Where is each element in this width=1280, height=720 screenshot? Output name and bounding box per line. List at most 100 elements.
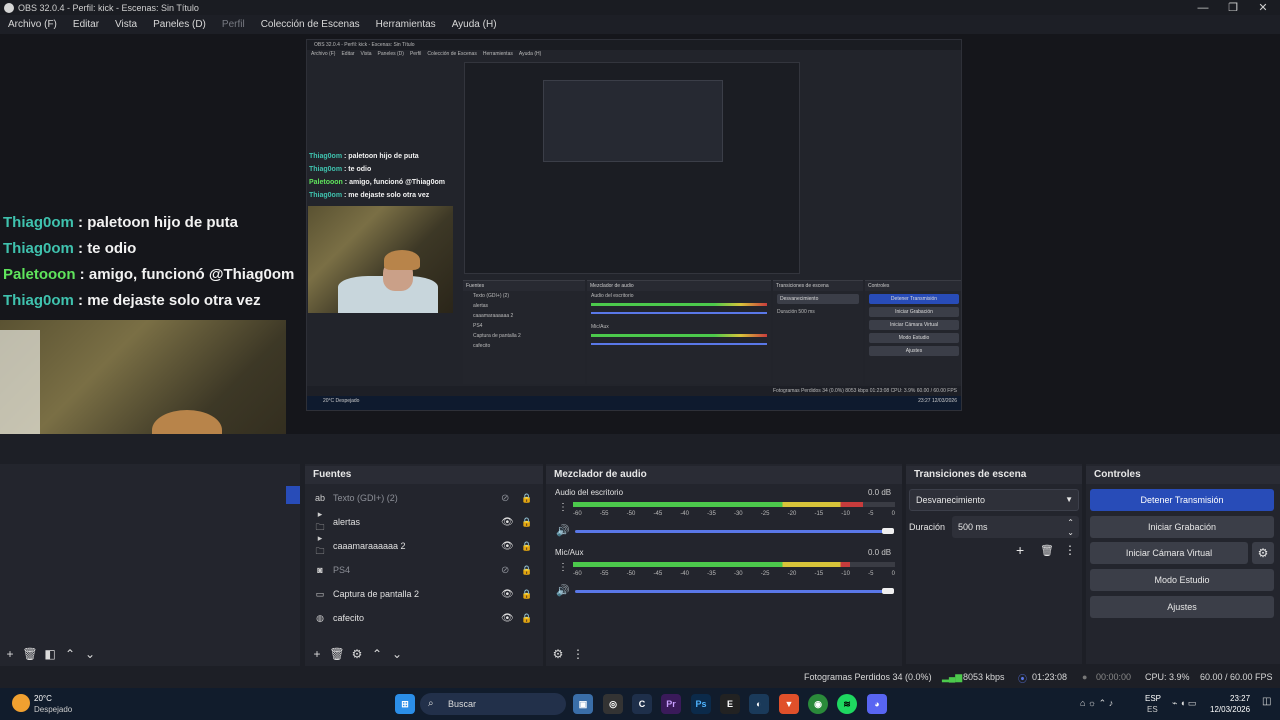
chevron-up-icon[interactable]: ⌃ <box>367 644 387 664</box>
menu-ayuda[interactable]: Ayuda (H) <box>444 19 505 30</box>
studio-mode-button[interactable]: Modo Estudio <box>1090 569 1274 591</box>
language-code[interactable]: ESP <box>1145 694 1161 703</box>
weather-temp: 20°C <box>34 694 52 703</box>
source-item[interactable]: ▭ Captura de pantalla 2 👁 🔒 <box>309 582 541 606</box>
lock-icon[interactable]: 🔒 <box>521 493 532 504</box>
start-virtual-camera-button[interactable]: Iniciar Cámara Virtual <box>1090 542 1248 564</box>
speaker-icon[interactable]: 🔊 <box>556 584 570 597</box>
taskview-icon[interactable]: ▣ <box>573 694 593 714</box>
filter-icon[interactable]: ◧ <box>40 644 60 664</box>
meter-tick-label: -35 <box>707 571 716 577</box>
close-button[interactable]: ✕ <box>1248 0 1278 15</box>
chevron-down-icon[interactable]: ⌄ <box>80 644 100 664</box>
notification-icon[interactable]: ◫ <box>1262 696 1271 707</box>
meter-tick-label: -25 <box>760 571 770 577</box>
eye-icon[interactable]: 👁 <box>501 517 514 528</box>
transition-select[interactable]: Desvanecimiento ▼ <box>909 489 1079 511</box>
meter-tick-label: -50 <box>626 511 636 517</box>
menu-vista[interactable]: Vista <box>107 19 145 30</box>
kebab-icon[interactable]: ⋮ <box>1064 543 1076 557</box>
settings-button[interactable]: Ajustes <box>1090 596 1274 618</box>
chevron-down-icon[interactable]: ⌄ <box>387 644 407 664</box>
steam-icon[interactable]: ◐ <box>749 694 769 714</box>
volume-knob[interactable] <box>882 588 894 594</box>
eye-hidden-icon[interactable]: ⊘ <box>501 565 509 576</box>
chevron-down-icon[interactable]: ⌄ <box>1067 522 1074 544</box>
lock-icon[interactable]: 🔒 <box>521 565 532 576</box>
clock-date[interactable]: 12/03/2026 <box>1210 705 1250 714</box>
menu-paneles[interactable]: Paneles (D) <box>145 19 214 30</box>
discord-icon[interactable]: ◕ <box>867 694 887 714</box>
dropdown-arrow-icon: ▼ <box>1065 495 1073 504</box>
chat-line: Thiag0om : me dejaste solo otra vez <box>3 292 261 309</box>
weather-icon[interactable] <box>12 694 30 712</box>
meter-tick-label: -60 <box>573 571 582 577</box>
lock-icon[interactable]: 🔒 <box>521 541 532 552</box>
volume-knob[interactable] <box>882 528 894 534</box>
premiere-icon[interactable]: Pr <box>661 694 681 714</box>
language-region[interactable]: ES <box>1147 705 1158 714</box>
maximize-button[interactable]: ❐ <box>1218 0 1248 15</box>
start-recording-button[interactable]: Iniciar Grabación <box>1090 516 1274 538</box>
eye-hidden-icon[interactable]: ⊘ <box>501 493 509 504</box>
menu-herramientas[interactable]: Herramientas <box>368 19 444 30</box>
source-item[interactable]: ◙ PS4 ⊘ 🔒 <box>309 558 541 582</box>
lock-icon[interactable]: 🔒 <box>521 517 532 528</box>
camera-icon: ◙ <box>317 565 323 575</box>
epic-games-icon[interactable]: E <box>720 694 740 714</box>
duration-spinbox[interactable]: 500 ms ⌃ ⌄ <box>952 516 1079 538</box>
meter-tick-label: -10 <box>841 571 850 577</box>
add-transition-icon[interactable]: + <box>1016 542 1024 558</box>
brave-icon[interactable]: ▼ <box>779 694 799 714</box>
tray-icons[interactable]: ⌂ ☼ ⌃ ♪ <box>1080 698 1113 709</box>
eye-icon[interactable]: 👁 <box>501 541 514 552</box>
screen-capture: OBS 32.0.4 - Perfil: kick - Escenas: Sin… <box>306 39 962 411</box>
windows-start-icon[interactable]: ⊞ <box>395 694 415 714</box>
source-item[interactable]: ▸ 🗀 alertas 👁 🔒 <box>309 509 541 534</box>
network-volume-battery-icons[interactable]: ⌁ ◖ ▭ <box>1172 698 1196 709</box>
minimize-button[interactable]: — <box>1188 0 1218 15</box>
trash-icon[interactable]: 🗑 <box>20 644 40 664</box>
nested-menu: Archivo (F) Editar Vista Paneles (D) Perfil C… <box>311 51 542 57</box>
menu-perfil[interactable]: Perfil <box>214 19 253 30</box>
source-item[interactable]: ab Texto (GDI+) (2) ⊘ 🔒 <box>309 486 541 510</box>
menu-coleccion-escenas[interactable]: Colección de Escenas <box>253 19 368 30</box>
kebab-icon[interactable]: ⋮ <box>558 562 568 573</box>
folder-icon: ▸ 🗀 <box>315 532 325 556</box>
volume-slider[interactable] <box>575 590 893 593</box>
meter-tick-label: -60 <box>573 511 582 517</box>
chrome-icon[interactable]: ◉ <box>808 694 828 714</box>
mezclador-title: Mezclador de audio <box>546 466 902 484</box>
volume-slider[interactable] <box>575 530 893 533</box>
obs-taskbar-icon[interactable]: ◎ <box>603 694 623 714</box>
eye-icon[interactable]: 👁 <box>501 589 514 600</box>
menu-archivo[interactable]: Archivo (F) <box>0 19 65 30</box>
escenas-dock <box>0 464 300 664</box>
chevron-up-icon[interactable]: ⌃ <box>60 644 80 664</box>
stream-icon: ⦿ <box>1018 674 1028 684</box>
source-item[interactable]: ▸ 🗀 caaamaraaaaaa 2 👁 🔒 <box>309 532 541 558</box>
monitor-icon: ▭ <box>315 588 325 599</box>
photoshop-icon[interactable]: Ps <box>691 694 711 714</box>
trash-icon[interactable]: 🗑 <box>1040 544 1054 557</box>
menu-editar[interactable]: Editar <box>65 19 107 30</box>
add-scene-icon[interactable]: + <box>0 644 20 664</box>
add-source-icon[interactable]: + <box>307 644 327 664</box>
trash-icon[interactable]: 🗑 <box>327 644 347 664</box>
gear-icon[interactable]: ⚙ <box>347 644 367 664</box>
eye-icon[interactable]: 👁 <box>501 613 514 624</box>
clock-time[interactable]: 23:27 <box>1230 694 1250 703</box>
lock-icon[interactable]: 🔒 <box>521 613 532 624</box>
stop-stream-button[interactable]: Detener Transmisión <box>1090 489 1274 511</box>
search-box[interactable]: ⌕ Buscar <box>420 693 566 715</box>
audio-settings-icon[interactable]: ⚙ <box>548 644 568 664</box>
stream-time: 01:23:08 <box>1032 672 1068 682</box>
speaker-icon[interactable]: 🔊 <box>556 524 570 537</box>
spotify-icon[interactable]: ≋ <box>837 694 857 714</box>
source-item[interactable]: ◍ cafecito 👁 🔒 <box>309 606 541 630</box>
kebab-icon[interactable]: ⋮ <box>568 644 588 664</box>
lock-icon[interactable]: 🔒 <box>521 589 532 600</box>
gear-icon[interactable]: ⚙ <box>1252 542 1274 564</box>
c-app-icon[interactable]: C <box>632 694 652 714</box>
kebab-icon[interactable]: ⋮ <box>558 502 568 513</box>
